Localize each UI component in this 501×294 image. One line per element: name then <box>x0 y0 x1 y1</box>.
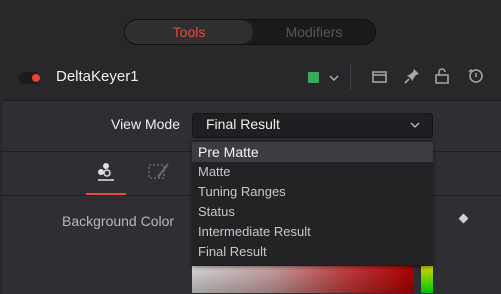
tool-name: DeltaKeyer1 <box>56 68 139 85</box>
dropdown-option-matte[interactable]: Matte <box>192 162 433 182</box>
chevron-down-icon[interactable] <box>328 72 340 84</box>
window-icon[interactable] <box>370 66 390 86</box>
background-color-label: Background Color <box>62 213 175 229</box>
hue-slider[interactable] <box>421 266 433 293</box>
header-separator <box>350 64 351 90</box>
pin-icon[interactable] <box>402 66 422 86</box>
pre-matte-tab-icon[interactable] <box>146 160 172 184</box>
tab-bar: Tools Modifiers <box>124 19 376 45</box>
reset-icon[interactable] <box>466 66 486 86</box>
dropdown-option-pre-matte[interactable]: Pre Matte <box>192 142 433 162</box>
tab-tools[interactable]: Tools <box>125 20 253 44</box>
view-mode-value: Final Result <box>206 116 280 132</box>
dropdown-option-tuning-ranges[interactable]: Tuning Ranges <box>192 182 433 202</box>
tool-color-swatch[interactable] <box>308 72 319 83</box>
tab-modifiers[interactable]: Modifiers <box>253 20 375 44</box>
dropdown-option-status[interactable]: Status <box>192 202 433 222</box>
lock-icon[interactable] <box>432 66 452 86</box>
dropdown-option-intermediate-result[interactable]: Intermediate Result <box>192 222 433 242</box>
view-mode-label: View Mode <box>110 116 180 132</box>
tool-enabled-indicator <box>32 74 40 82</box>
chevron-down-icon <box>410 122 420 128</box>
dropdown-option-final-result[interactable]: Final Result <box>192 242 433 262</box>
key-tab-icon[interactable] <box>94 160 118 184</box>
view-mode-dropdown: Pre Matte Matte Tuning Ranges Status Int… <box>192 140 433 265</box>
color-picker-shade <box>192 266 414 293</box>
